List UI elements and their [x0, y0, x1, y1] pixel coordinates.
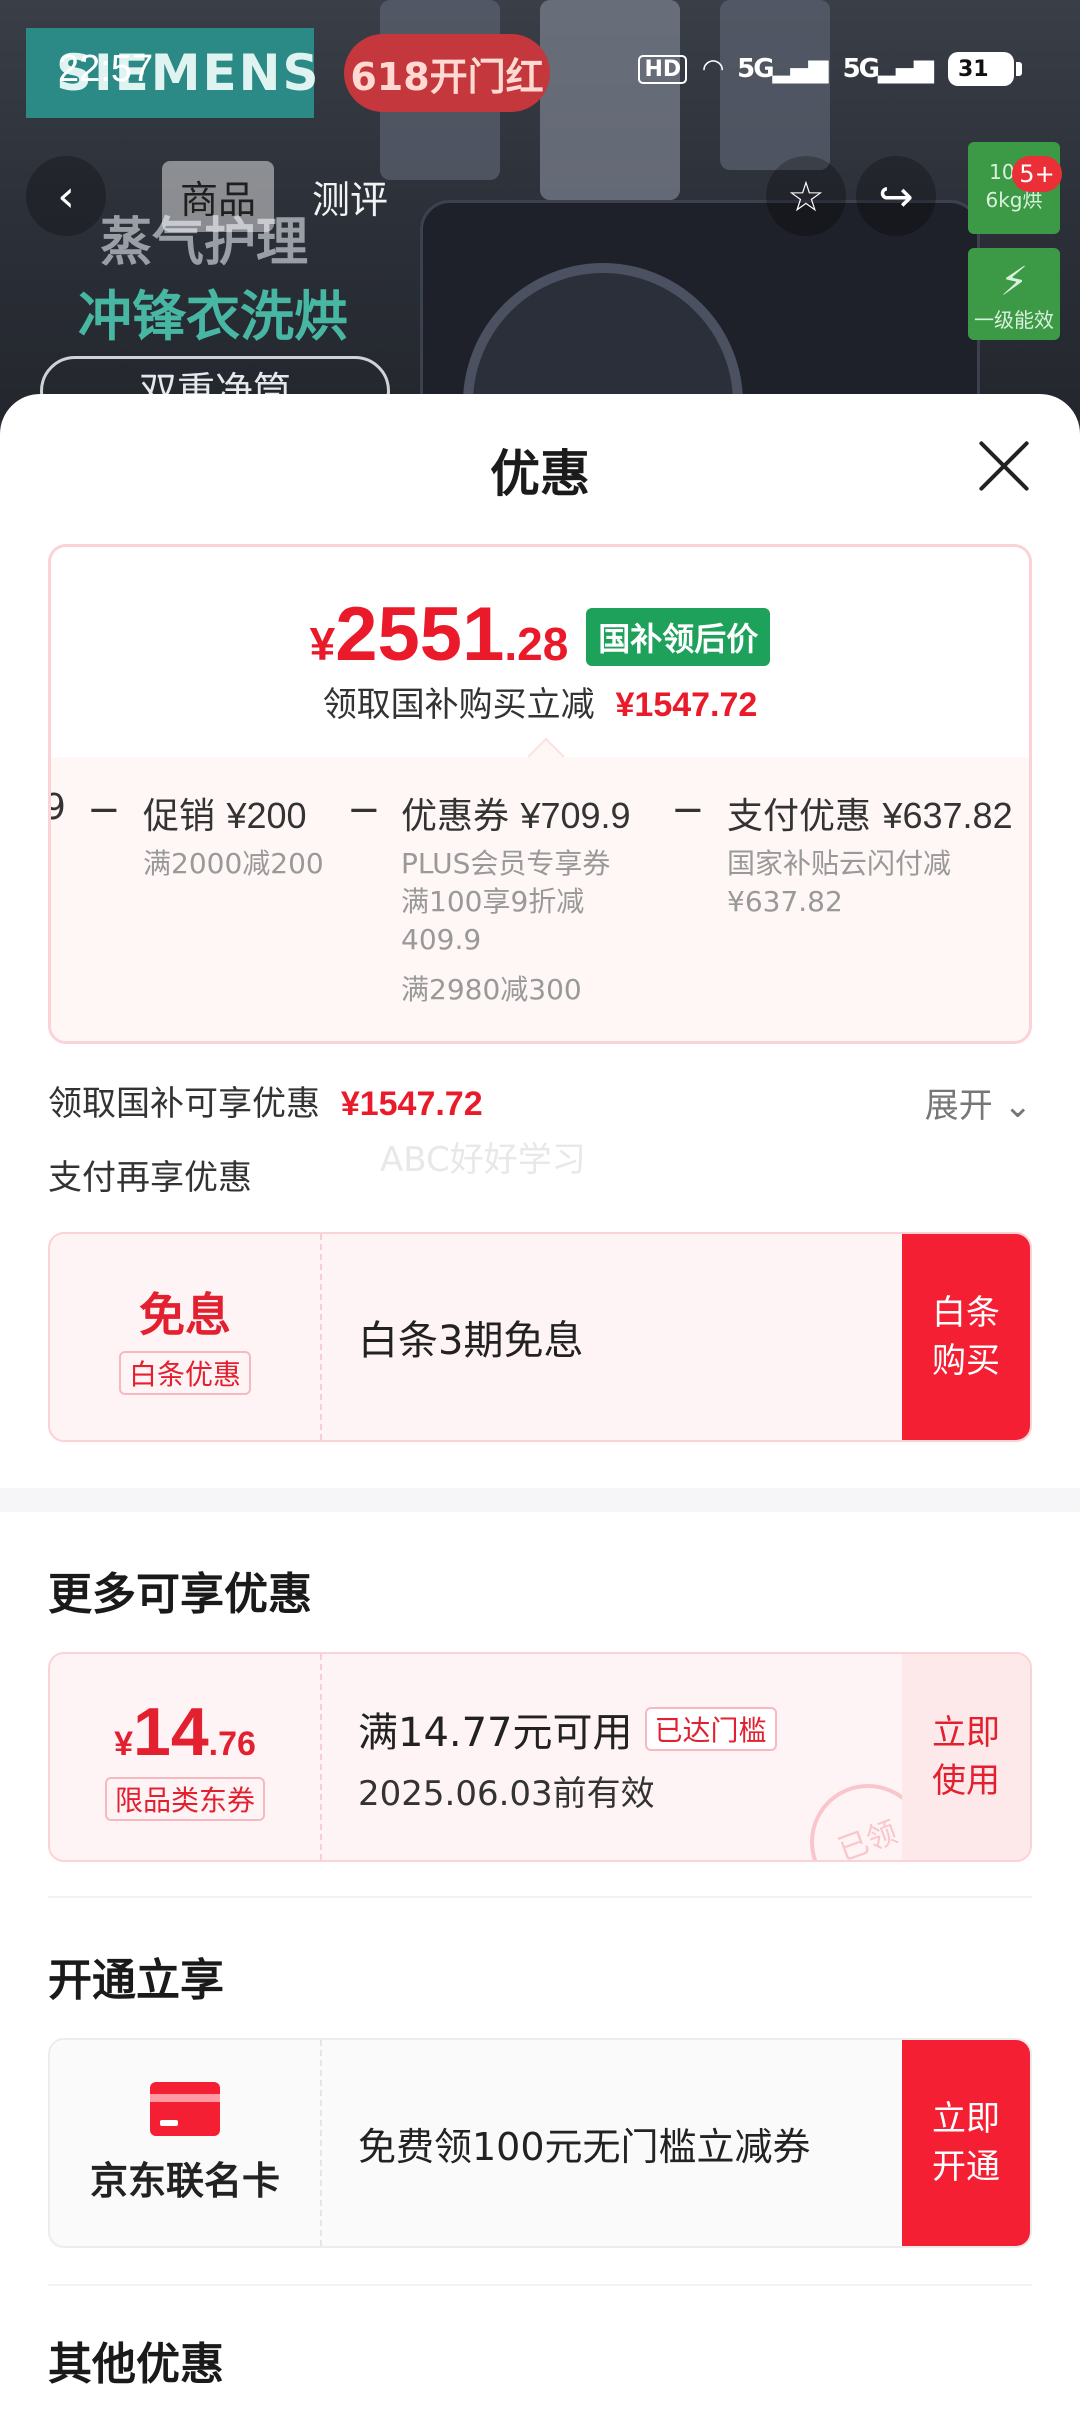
- clock: 22:57: [58, 48, 154, 90]
- wifi-icon: ◠: [703, 54, 723, 84]
- watermark: ABC好好学习: [380, 1140, 586, 1180]
- final-price-line: ¥2551.28 国补领后价: [51, 591, 1029, 678]
- baitiao-buy-button[interactable]: 白条 购买: [902, 1234, 1030, 1440]
- chevron-left-icon: ‹: [57, 170, 75, 222]
- sheet-title: 优惠: [490, 445, 590, 503]
- discount-sheet: 优惠 ¥2551.28 国补领后价 领取国补购买立减 ¥1547.72 9 − …: [0, 394, 1080, 2412]
- tab-review[interactable]: 测评: [294, 161, 406, 232]
- other-offers-title: 其他优惠: [48, 2339, 224, 2390]
- credit-card-icon: [150, 2081, 220, 2136]
- battery-icon: 31: [948, 52, 1022, 86]
- expand-button[interactable]: 展开 ⌄: [925, 1078, 1032, 1127]
- slogan-jacket: 冲锋衣洗烘: [78, 285, 348, 348]
- coupon-left: ¥14.76 限品类东券: [50, 1654, 322, 1860]
- open-now-button[interactable]: 立即 开通: [902, 2040, 1030, 2246]
- final-price: ¥2551.28: [309, 592, 569, 677]
- baitiao-card: 免息 白条优惠 白条3期免息 白条 购买: [48, 1232, 1032, 1442]
- threshold-reached-badge: 已达门槛: [644, 1706, 777, 1751]
- price-top: ¥2551.28 国补领后价 领取国补购买立减 ¥1547.72: [51, 547, 1029, 757]
- use-now-button[interactable]: 立即 使用: [902, 1654, 1030, 1860]
- share-button[interactable]: ↪: [856, 156, 936, 236]
- favorite-button[interactable]: ☆: [766, 156, 846, 236]
- divider: [48, 2284, 1032, 2286]
- more-button[interactable]: 5+: [970, 156, 1062, 236]
- cobrand-desc: 免费领100元无门槛立减券: [358, 2124, 811, 2169]
- lightning-icon: ⚡: [999, 259, 1029, 305]
- nav-tabs: 商品 测评: [162, 160, 406, 232]
- baitiao-tag: 白条优惠: [118, 1351, 251, 1395]
- baitiao-desc: 白条3期免息: [358, 1318, 584, 1364]
- open-enjoy-title: 开通立享: [48, 1955, 224, 2006]
- price-breakdown[interactable]: 9 − 促销 ¥200 满2000减200 − 优惠券 ¥709.9 PLUS会…: [51, 737, 1029, 1041]
- pay-more-label: 支付再享优惠: [48, 1158, 252, 1198]
- interest-free-title: 免息: [139, 1288, 231, 1342]
- signal-icon: 5G▂▄▆: [737, 54, 828, 84]
- status-icons: HD ◠ 5G▂▄▆ 5G▂▄▆ 31: [638, 52, 1022, 86]
- price-summary: ¥2551.28 国补领后价 领取国补购买立减 ¥1547.72 9 − 促销 …: [48, 544, 1032, 1044]
- section-gap: [0, 1488, 1080, 1512]
- subsidy-enjoy-line: 领取国补可享优惠 ¥1547.72: [48, 1084, 483, 1124]
- signal-icon: 5G▂▄▆: [842, 54, 934, 84]
- coupon-card: ¥14.76 限品类东券 满14.77元可用 已达门槛 2025.06.03前有…: [48, 1652, 1032, 1862]
- breakdown-payment: 支付优惠 ¥637.82 国家补贴云闪付减 ¥637.82: [727, 795, 1013, 918]
- status-bar: 22:57 HD ◠ 5G▂▄▆ 5G▂▄▆ 31: [0, 48, 1080, 94]
- breakdown-coupon: 优惠券 ¥709.9 PLUS会员专享券 满100享9折减 409.9 满298…: [401, 795, 631, 1006]
- divider: [48, 1896, 1032, 1898]
- coupon-condition: 满14.77元可用: [358, 1709, 633, 1756]
- tab-product[interactable]: 商品: [162, 160, 275, 232]
- more-offers-title: 更多可享优惠: [48, 1569, 312, 1620]
- close-icon[interactable]: [976, 438, 1032, 494]
- subsidy-reduction: 领取国补购买立减 ¥1547.72: [322, 685, 758, 725]
- hd-icon: HD: [638, 54, 688, 84]
- back-button[interactable]: ‹: [26, 156, 106, 236]
- subsidy-price-tag: 国补领后价: [586, 608, 771, 666]
- product-navbar: ‹ 商品 测评 ☆ ↪ 5+: [0, 156, 1080, 236]
- minus-sign: −: [347, 787, 381, 833]
- breakdown-promotion: 促销 ¥200 满2000减200: [143, 795, 324, 880]
- cobrand-card-name: 京东联名卡: [89, 2158, 280, 2203]
- minus-sign: −: [87, 787, 121, 833]
- coupon-category-tag: 限品类东券: [104, 1777, 265, 1821]
- baitiao-left: 免息 白条优惠: [50, 1234, 322, 1440]
- breakdown-partial: 9: [51, 787, 66, 828]
- energy-badge: ⚡ 一级能效: [968, 248, 1060, 340]
- share-icon: ↪: [878, 171, 914, 221]
- cobrand-left: 京东联名卡: [50, 2040, 322, 2246]
- minus-sign: −: [671, 787, 705, 833]
- coupon-amount: ¥14.76: [114, 1694, 256, 1770]
- cart-count-badge: 5+: [1012, 156, 1062, 192]
- star-icon: ☆: [787, 171, 825, 221]
- cobrand-card: 京东联名卡 免费领100元无门槛立减券 立即 开通: [48, 2038, 1032, 2248]
